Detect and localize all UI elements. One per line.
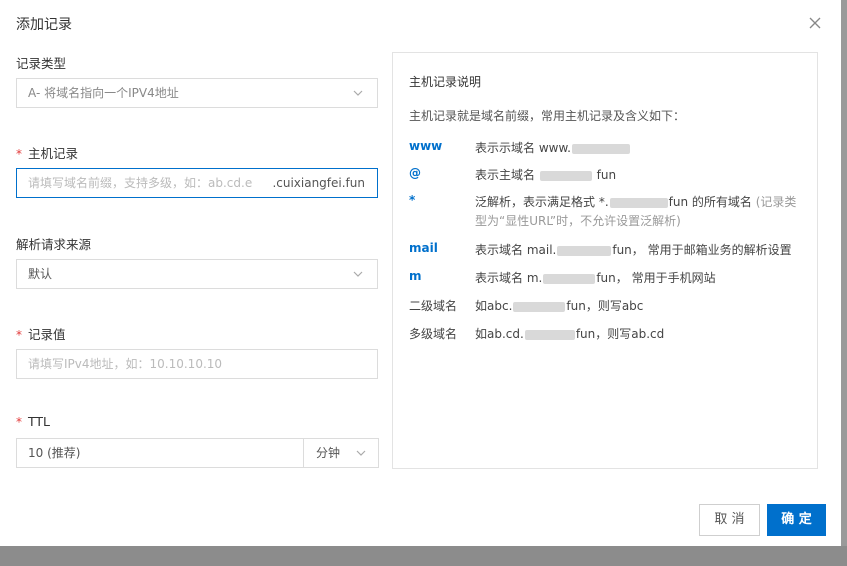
request-source-label: 解析请求来源 <box>16 237 92 252</box>
help-title: 主机记录说明 <box>409 75 482 89</box>
add-record-dialog: 添加记录 记录类型 A- 将域名指向一个IPV4地址 * 主机记录 请填写域名前缀… <box>0 0 841 546</box>
help-desc-text: fun，则写abc <box>566 299 644 313</box>
help-desc-text: fun 的所有域名 <box>668 195 752 209</box>
help-key: * <box>409 193 416 207</box>
redacted-domain <box>543 273 596 284</box>
help-desc-text: 表示主域名 <box>475 168 536 182</box>
ttl-unit-value: 分钟 <box>316 446 341 460</box>
help-key: 多级域名 <box>409 327 458 341</box>
help-desc: 表示域名 mail. fun， 常用于邮箱业务的解析设置 <box>475 241 805 260</box>
close-icon[interactable] <box>804 12 826 34</box>
record-type-label: 记录类型 <box>16 56 67 71</box>
modal-backdrop <box>0 546 847 566</box>
ttl-label: * TTL <box>16 414 50 429</box>
redacted-domain <box>524 329 575 340</box>
chevron-down-icon <box>356 450 366 456</box>
record-value-label: * 记录值 <box>16 324 66 343</box>
required-mark: * <box>16 328 22 342</box>
help-intro: 主机记录就是域名前缀，常用主机记录及含义如下： <box>409 109 686 123</box>
help-desc-text: 表示示域名 www. <box>475 141 571 155</box>
help-desc: 如ab.cd. fun，则写ab.cd <box>475 325 805 344</box>
dialog-title: 添加记录 <box>16 17 72 33</box>
help-key: @ <box>409 166 421 180</box>
redacted-domain <box>539 170 592 181</box>
request-source-select[interactable]: 默认 <box>16 259 378 289</box>
chevron-down-icon <box>353 90 363 96</box>
redacted-domain <box>557 245 612 256</box>
redacted-domain <box>609 197 668 208</box>
ttl-label-text: TTL <box>28 414 51 429</box>
help-desc: 表示域名 m. fun， 常用于手机网站 <box>475 269 805 288</box>
help-desc-text: fun， 常用于邮箱业务的解析设置 <box>612 243 792 257</box>
help-desc-text: fun，则写ab.cd <box>575 327 665 341</box>
host-record-input[interactable]: 请填写域名前缀，支持多级，如：ab.cd.e .cuixiangfei.fun <box>16 168 378 198</box>
record-value-label-text: 记录值 <box>28 327 66 342</box>
redacted-domain <box>571 143 630 154</box>
ttl-input[interactable]: 10 (推荐) <box>16 438 304 468</box>
request-source-value: 默认 <box>28 267 53 281</box>
help-desc-text: fun <box>596 168 617 182</box>
help-key: m <box>409 269 422 283</box>
help-desc-text: 表示域名 mail. <box>475 243 557 257</box>
redacted-domain <box>513 301 566 312</box>
help-key: mail <box>409 241 438 255</box>
cancel-button[interactable]: 取 消 <box>699 504 760 536</box>
help-desc-text: 如ab.cd. <box>475 327 524 341</box>
record-value-placeholder: 请填写IPv4地址，如：10.10.10.10 <box>28 357 223 371</box>
required-mark: * <box>16 147 22 161</box>
ttl-value: 10 (推荐) <box>28 446 81 460</box>
domain-suffix: .cuixiangfei.fun <box>272 176 365 190</box>
record-value-input[interactable]: 请填写IPv4地址，如：10.10.10.10 <box>16 349 378 379</box>
modal-backdrop-side <box>841 0 847 546</box>
help-desc-text: 如abc. <box>475 299 513 313</box>
record-type-value: A- 将域名指向一个IPV4地址 <box>28 86 179 100</box>
chevron-down-icon <box>353 271 363 277</box>
help-desc: 泛解析，表示满足格式 *. fun 的所有域名 (记录类型为“显性URL”时，不允… <box>475 193 805 231</box>
help-key: 二级域名 <box>409 299 458 313</box>
help-desc-text: fun， 常用于手机网站 <box>596 271 716 285</box>
help-desc: 如abc. fun，则写abc <box>475 297 805 316</box>
ttl-unit-select[interactable]: 分钟 <box>303 438 379 468</box>
host-record-label: * 主机记录 <box>16 143 78 162</box>
required-mark: * <box>16 415 22 429</box>
help-desc: 表示示域名 www. <box>475 139 805 158</box>
record-type-select[interactable]: A- 将域名指向一个IPV4地址 <box>16 78 378 108</box>
host-record-label-text: 主机记录 <box>28 146 79 161</box>
help-desc: 表示主域名 fun <box>475 166 805 185</box>
host-record-help-panel: 主机记录说明 主机记录就是域名前缀，常用主机记录及含义如下： www 表示示域名… <box>392 52 818 469</box>
help-key: www <box>409 139 443 153</box>
confirm-button[interactable]: 确 定 <box>767 504 826 536</box>
host-record-placeholder: 请填写域名前缀，支持多级，如：ab.cd.e <box>28 176 253 190</box>
help-desc-text: 泛解析，表示满足格式 *. <box>475 195 609 209</box>
help-desc-text: 表示域名 m. <box>475 271 543 285</box>
